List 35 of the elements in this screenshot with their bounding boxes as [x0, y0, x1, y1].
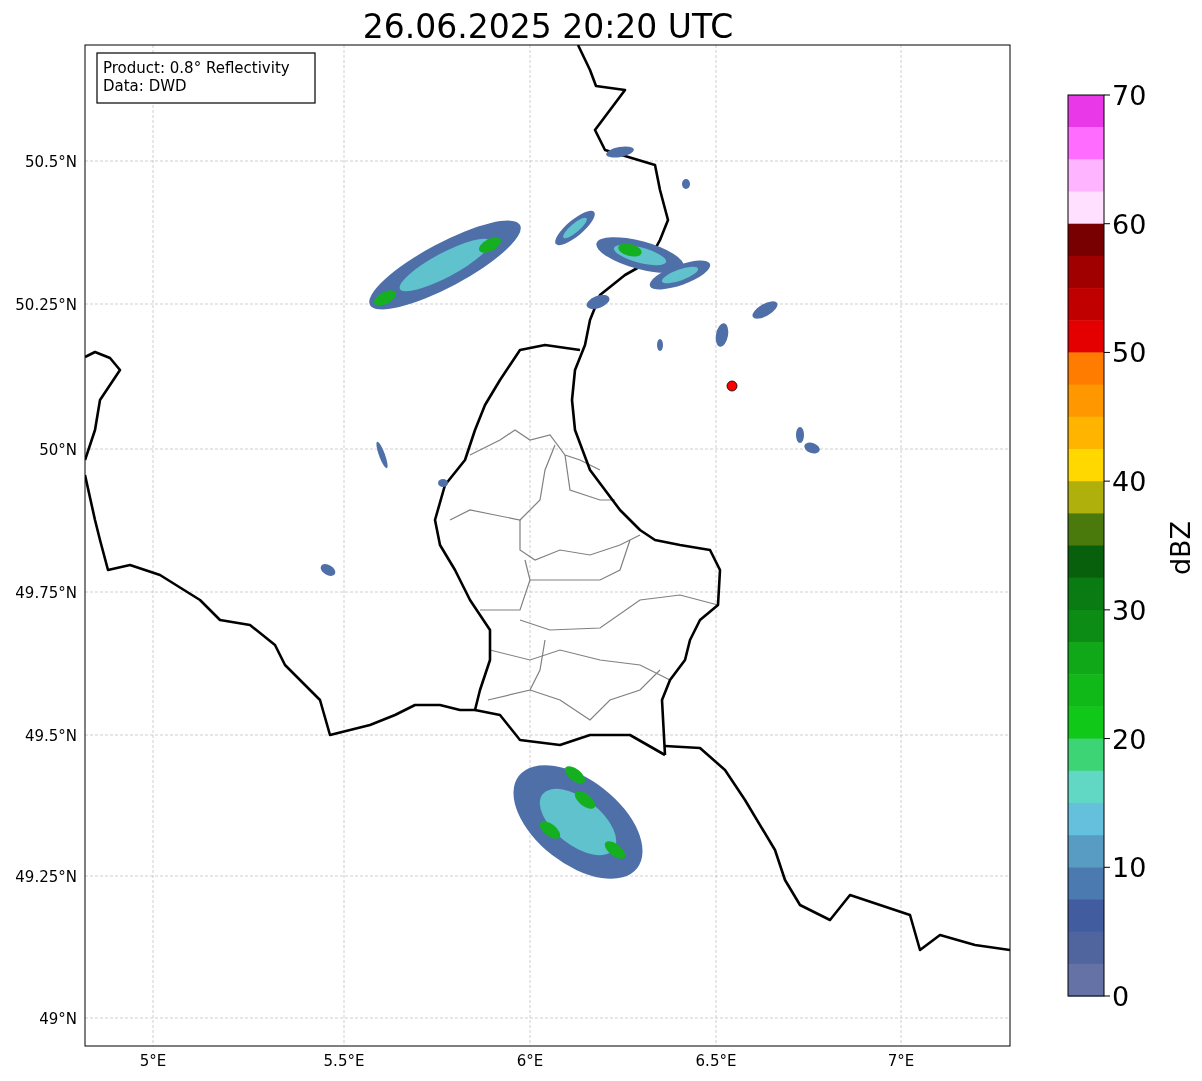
colorbar-label: dBZ [1165, 520, 1196, 576]
radar-echo [682, 179, 690, 189]
latitude-label: 50.5°N [24, 153, 77, 171]
figure-title: 26.06.2025 20:20 UTC [362, 7, 734, 46]
radar-echo [320, 564, 336, 576]
colorbar-tick-label: 0 [1112, 981, 1130, 1012]
colorbar-tick-label: 30 [1112, 594, 1147, 626]
longitude-label: 7°E [887, 1052, 915, 1070]
radar-echo [752, 301, 778, 319]
colorbar-tick-label: 60 [1112, 208, 1147, 240]
colorbar-tick-label: 10 [1112, 852, 1147, 884]
longitude-label: 6.5°E [695, 1052, 737, 1070]
radar-echo [657, 339, 663, 351]
radar-echo [649, 260, 711, 290]
site-marker [726, 380, 738, 392]
longitude-label: 5°E [139, 1052, 167, 1070]
legend-text: Data: DWD [103, 77, 187, 95]
colorbar-tick-label: 70 [1112, 80, 1147, 111]
latitude-label: 49°N [39, 1010, 77, 1028]
longitude-label: 6°E [516, 1052, 544, 1070]
colorbar-tick-label: 50 [1112, 337, 1147, 369]
latitude-label: 50°N [39, 441, 77, 459]
legend-text: Product: 0.8° Reflectivity [103, 59, 290, 77]
colorbar-tick-label: 40 [1112, 466, 1147, 498]
radar-echo [586, 295, 610, 309]
latitude-label: 49.25°N [15, 868, 77, 886]
latitude-label: 49.75°N [15, 584, 77, 602]
longitude-label: 5.5°E [323, 1052, 365, 1070]
radar-echo [376, 441, 388, 469]
latitude-label: 49.5°N [24, 727, 77, 745]
colorbar-tick-label: 20 [1112, 723, 1147, 755]
radar-echo [606, 146, 634, 158]
latitude-label: 50.25°N [15, 296, 77, 314]
radar-echo [438, 479, 448, 487]
radar-echo [715, 323, 729, 347]
